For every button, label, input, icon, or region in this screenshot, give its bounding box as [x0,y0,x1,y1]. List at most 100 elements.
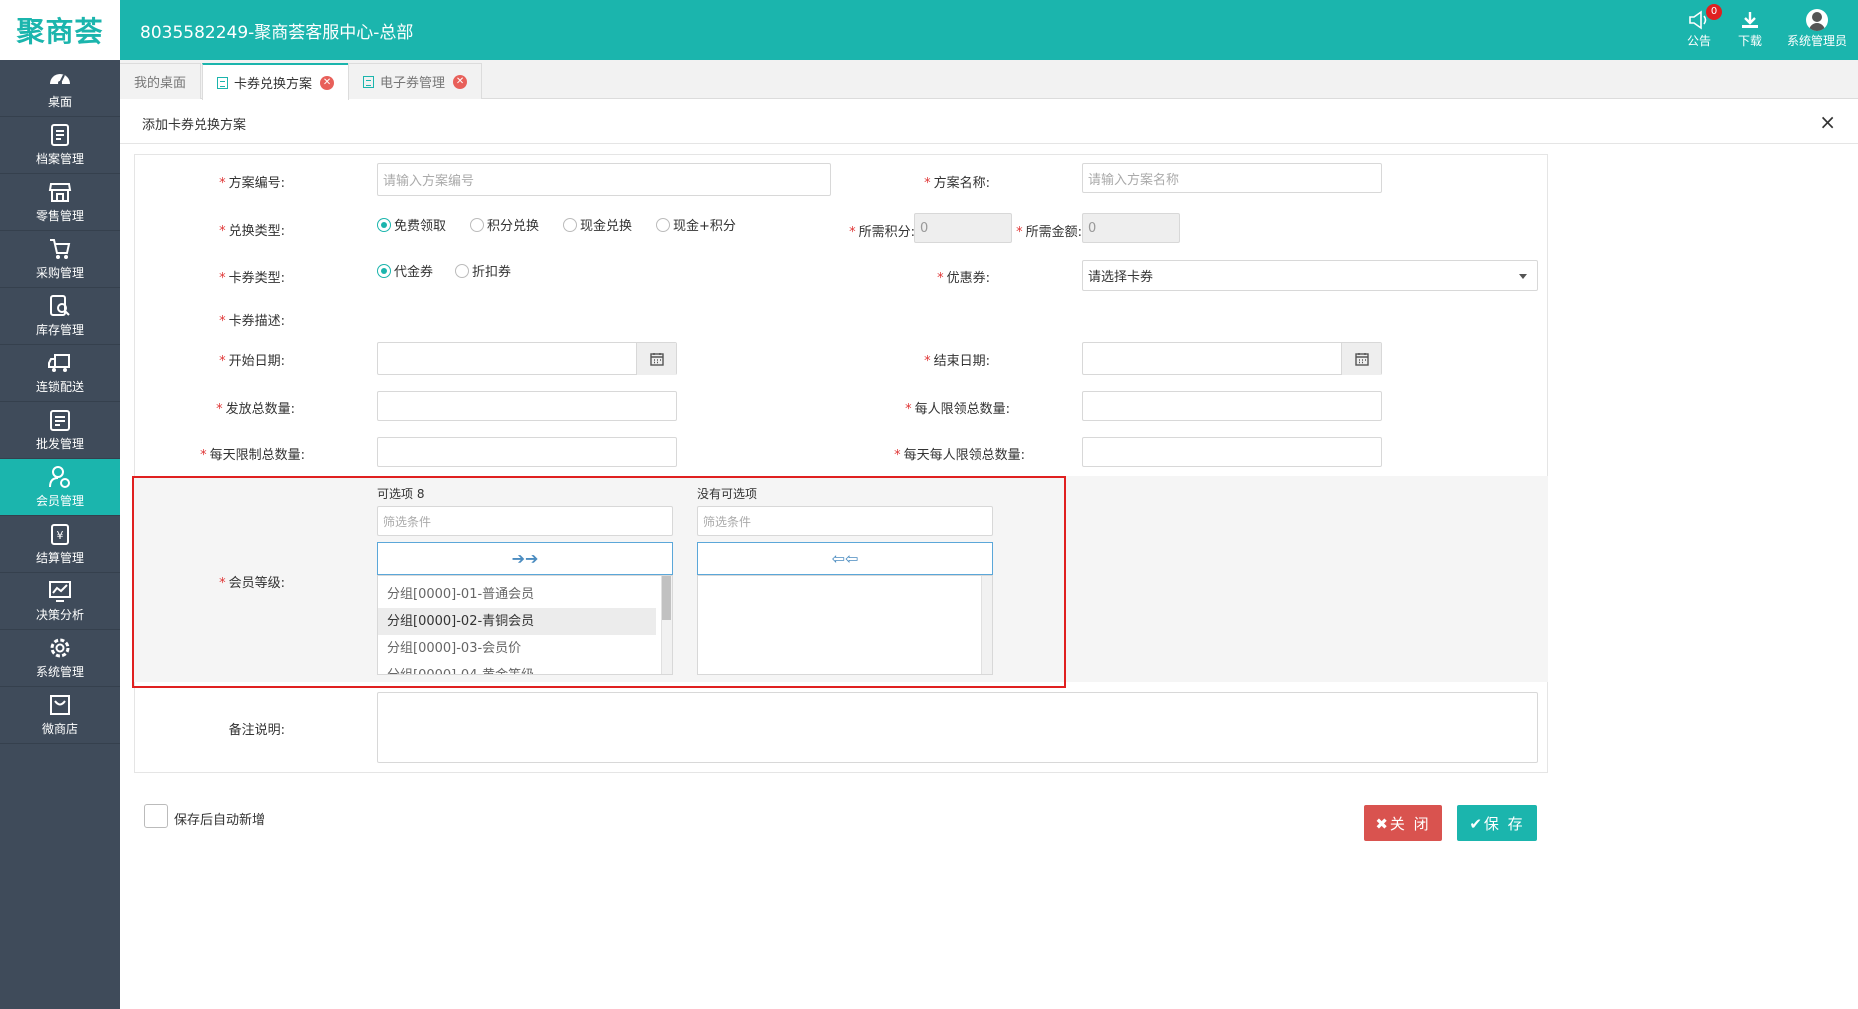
store-icon [48,183,72,202]
cart-icon [50,239,71,259]
scheme-no-input[interactable]: 请输入方案编号 [377,163,831,196]
sidebar-item-label: 桌面 [47,95,72,109]
sidebar-item-analysis[interactable]: 决策分析 [0,573,120,630]
shop-bag-icon [50,695,70,715]
notice-button[interactable]: 0 公告 [1686,4,1722,49]
tab-label: 卡券兑换方案 [234,77,313,92]
tab-card-exchange[interactable]: 卡券兑换方案 ✕ [202,63,350,100]
settlement-icon: ¥ [51,524,69,545]
exchange-type-points-radio[interactable]: 积分兑换 [470,215,539,234]
scheme-no-label: * 方案编号: [219,176,285,191]
sidebar-item-label: 决策分析 [35,608,84,622]
card-type-discount-radio[interactable]: 折扣券 [455,261,511,280]
calendar-icon[interactable] [1341,343,1381,375]
per-person-limit-input[interactable] [1082,391,1382,421]
tab-label: 我的桌面 [134,76,187,91]
app-logo: 聚商荟 [0,0,120,60]
archive-icon [51,124,69,146]
top-header: 聚商荟 8035582249-聚商荟客服中心-总部 0 公告 下载 系统管理员 [0,0,1858,60]
required-points-input: 0 [914,213,1012,243]
tab-e-coupon[interactable]: 电子券管理 ✕ [348,63,483,99]
tab-label: 电子券管理 [380,76,446,91]
tab-my-desktop[interactable]: 我的桌面 [120,63,202,99]
sidebar-item-member[interactable]: 会员管理 [0,459,120,516]
tab-bar: 我的桌面 卡券兑换方案 ✕ 电子券管理 ✕ [120,60,1858,100]
sidebar: 桌面 档案管理 零售管理 采购管理 库存管理 连锁配送 批发管理 会员管理 ¥ … [0,60,120,1009]
gear-icon [50,638,70,658]
user-menu[interactable]: 系统管理员 [1787,8,1847,49]
auto-add-label: 保存后自动新增 [174,813,266,828]
remark-textarea[interactable] [377,692,1538,763]
close-tab-icon[interactable]: ✕ [320,75,335,90]
notice-label: 公告 [1686,34,1711,48]
total-issue-label: * 发放总数量: [216,402,295,417]
card-type-label: * 卡券类型: [219,271,285,286]
dialog-title: 添加卡券兑换方案 [142,118,247,133]
notice-count-badge: 0 [1706,4,1722,20]
document-icon [363,75,374,88]
sidebar-item-settlement[interactable]: ¥ 结算管理 [0,516,120,573]
exchange-type-cash-radio[interactable]: 现金兑换 [563,215,632,234]
wholesale-icon [50,410,70,431]
start-date-input[interactable] [377,342,677,375]
user-name-label: 系统管理员 [1787,34,1848,48]
end-date-label: * 结束日期: [924,354,990,369]
end-date-input[interactable] [1082,342,1382,375]
daily-limit-label: * 每天限制总数量: [200,448,305,463]
sidebar-item-purchase[interactable]: 采购管理 [0,231,120,288]
exchange-type-label: * 兑换类型: [219,224,285,239]
required-amount-input: 0 [1082,213,1180,243]
download-button[interactable]: 下载 [1737,8,1763,49]
remark-label: 备注说明: [228,723,285,738]
download-label: 下载 [1737,34,1762,48]
download-icon [1742,12,1758,28]
dialog-close-icon[interactable]: × [1819,110,1836,134]
sidebar-item-desktop[interactable]: 桌面 [0,60,120,117]
highlight-box [132,476,1066,688]
sidebar-item-label: 批发管理 [35,437,84,451]
sidebar-item-wholesale[interactable]: 批发管理 [0,402,120,459]
sidebar-item-label: 系统管理 [35,665,84,679]
sidebar-item-system[interactable]: 系统管理 [0,630,120,687]
sidebar-item-inventory[interactable]: 库存管理 [0,288,120,345]
sidebar-item-label: 连锁配送 [35,380,84,394]
auto-add-checkbox[interactable] [144,804,168,828]
sidebar-item-microshop[interactable]: 微商店 [0,687,120,744]
required-amount-label: * 所需金额: [1016,225,1082,240]
total-issue-input[interactable] [377,391,677,421]
per-person-limit-label: * 每人限领总数量: [905,402,1010,417]
dialog-header: 添加卡券兑换方案 × [120,100,1858,144]
scheme-name-label: * 方案名称: [924,176,990,191]
daily-limit-input[interactable] [377,437,677,467]
app-title: 8035582249-聚商荟客服中心-总部 [140,23,414,43]
required-points-label: * 所需积分: [849,225,915,240]
sidebar-item-label: 零售管理 [35,209,84,223]
start-date-label: * 开始日期: [219,354,285,369]
close-button[interactable]: ✖关 闭 [1364,805,1442,841]
chart-icon [49,581,71,602]
dashboard-icon [50,74,70,85]
svg-text:¥: ¥ [57,529,64,542]
coupon-select[interactable]: 请选择卡券 [1082,260,1538,291]
truck-icon [48,354,70,372]
exchange-type-free-radio[interactable]: 免费领取 [377,215,446,234]
card-desc-label: * 卡券描述: [219,314,285,329]
sidebar-item-label: 会员管理 [35,494,84,508]
coupon-label: * 优惠券: [937,271,990,286]
document-icon [217,76,228,89]
sidebar-item-archive[interactable]: 档案管理 [0,117,120,174]
sidebar-item-label: 采购管理 [35,266,84,280]
calendar-icon[interactable] [636,343,676,375]
scheme-name-input[interactable]: 请输入方案名称 [1082,163,1382,193]
daily-per-person-label: * 每天每人限领总数量: [894,448,1025,463]
daily-per-person-input[interactable] [1082,437,1382,467]
exchange-type-cash-points-radio[interactable]: 现金+积分 [656,215,736,234]
sidebar-item-label: 结算管理 [35,551,84,565]
close-tab-icon[interactable]: ✕ [453,74,468,89]
chevron-down-icon [1519,274,1527,279]
sidebar-item-label: 档案管理 [35,152,84,166]
sidebar-item-retail[interactable]: 零售管理 [0,174,120,231]
sidebar-item-delivery[interactable]: 连锁配送 [0,345,120,402]
save-button[interactable]: ✔保 存 [1457,805,1537,841]
card-type-voucher-radio[interactable]: 代金券 [377,261,433,280]
